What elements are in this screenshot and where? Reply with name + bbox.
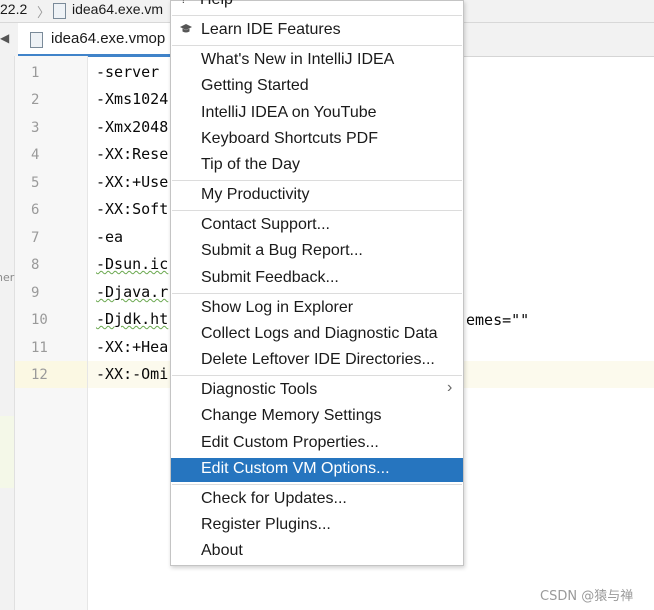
code-line-tail[interactable]: emes="" xyxy=(466,311,529,329)
menu-item-show-log[interactable]: Show Log in Explorer xyxy=(171,297,463,321)
menu-item-label: Getting Started xyxy=(201,77,309,94)
menu-item-label: Learn IDE Features xyxy=(201,21,341,38)
line-number: 9 xyxy=(31,285,40,301)
menu-item-label: Collect Logs and Diagnostic Data xyxy=(201,325,438,342)
line-number: 1 xyxy=(31,65,40,81)
line-number: 12 xyxy=(31,367,48,383)
line-number: 3 xyxy=(31,120,40,136)
code-line[interactable]: -ea xyxy=(96,228,123,246)
line-number: 11 xyxy=(31,340,48,356)
code-line[interactable]: -Xms1024 xyxy=(96,90,168,108)
menu-item-label: My Productivity xyxy=(201,186,310,203)
left-tool-strip: ner xyxy=(0,56,15,610)
menu-item-label: Edit Custom Properties... xyxy=(201,434,379,451)
menu-item-collect-logs[interactable]: Collect Logs and Diagnostic Data xyxy=(171,323,463,347)
menu-item-label: Register Plugins... xyxy=(201,516,331,533)
menu-item-my-productivity[interactable]: My Productivity xyxy=(171,184,463,208)
menu-item-edit-custom-properties[interactable]: Edit Custom Properties... xyxy=(171,432,463,456)
menu-item-label: Diagnostic Tools xyxy=(201,381,318,398)
file-icon xyxy=(30,32,43,48)
menu-item-contact-support[interactable]: Contact Support... xyxy=(171,214,463,238)
change-marker xyxy=(0,416,14,488)
tab-vmoptions[interactable]: idea64.exe.vmop xyxy=(18,23,188,57)
menu-item-tip-of-the-day[interactable]: Tip of the Day xyxy=(171,154,463,178)
menu-item-label: What's New in IntelliJ IDEA xyxy=(201,51,395,68)
menu-item-label: Keyboard Shortcuts PDF xyxy=(201,130,378,147)
menu-item-label: Delete Leftover IDE Directories... xyxy=(201,351,435,368)
line-number: 6 xyxy=(31,202,40,218)
menu-item-whats-new[interactable]: What's New in IntelliJ IDEA xyxy=(171,49,463,73)
menu-item-label: Tip of the Day xyxy=(201,156,301,173)
breadcrumb-file[interactable]: idea64.exe.vm xyxy=(72,1,163,17)
menu-item-label: Check for Updates... xyxy=(201,490,347,507)
watermark: CSDN @猿与禅 xyxy=(540,589,634,604)
submenu-arrow-icon: › xyxy=(447,379,453,396)
menu-item-label: Contact Support... xyxy=(201,216,330,233)
menu-item-label: Show Log in Explorer xyxy=(201,299,354,316)
menu-item-change-memory-settings[interactable]: Change Memory Settings xyxy=(171,405,463,429)
menu-item-delete-leftover-directories[interactable]: Delete Leftover IDE Directories... xyxy=(171,349,463,373)
menu-item-submit-feedback[interactable]: Submit Feedback... xyxy=(171,267,463,291)
menu-item-label: Change Memory Settings xyxy=(201,407,382,424)
line-number: 2 xyxy=(31,92,40,108)
breadcrumb-separator-icon: 〉 xyxy=(37,5,51,20)
code-line[interactable]: -Dsun.ic xyxy=(96,255,168,273)
menu-separator xyxy=(172,484,462,485)
tool-window-label[interactable]: ner xyxy=(0,271,14,284)
code-line[interactable]: -XX:Rese xyxy=(96,145,168,163)
code-line[interactable]: -XX:+Hea xyxy=(96,338,168,356)
code-line[interactable]: -XX:+Use xyxy=(96,173,168,191)
menu-item-register-plugins[interactable]: Register Plugins... xyxy=(171,514,463,538)
tab-scroll-arrow-icon[interactable]: ◀ xyxy=(0,31,9,45)
line-number: 10 xyxy=(31,312,48,328)
menu-separator xyxy=(172,210,462,211)
menu-item-check-for-updates[interactable]: Check for Updates... xyxy=(171,488,463,512)
menu-item-label: IntelliJ IDEA on YouTube xyxy=(201,104,377,121)
line-number: 5 xyxy=(31,175,40,191)
menu-item-label: About xyxy=(201,542,243,559)
menu-item-submit-bug-report[interactable]: Submit a Bug Report... xyxy=(171,240,463,264)
line-number: 4 xyxy=(31,147,40,163)
menu-item-keyboard-shortcuts-pdf[interactable]: Keyboard Shortcuts PDF xyxy=(171,128,463,152)
menu-item-label: Submit a Bug Report... xyxy=(201,242,363,259)
menu-separator xyxy=(172,45,462,46)
menu-item-edit-custom-vm-options[interactable]: Edit Custom VM Options... xyxy=(171,458,463,482)
menu-separator xyxy=(172,293,462,294)
code-line[interactable]: -Djdk.ht xyxy=(96,310,168,328)
code-line[interactable]: -Xmx2048 xyxy=(96,118,168,136)
menu-separator xyxy=(172,15,462,16)
menu-item-label: Edit Custom VM Options... xyxy=(201,460,390,477)
help-icon: ? xyxy=(180,0,187,6)
menu-item-youtube[interactable]: IntelliJ IDEA on YouTube xyxy=(171,102,463,126)
menu-item-learn-ide-features[interactable]: Learn IDE Features xyxy=(171,19,463,43)
menu-item-help[interactable]: Help ? xyxy=(171,0,463,13)
code-line[interactable]: -XX:-Omi xyxy=(96,365,168,383)
menu-item-diagnostic-tools[interactable]: Diagnostic Tools › xyxy=(171,379,463,403)
breadcrumb-version[interactable]: 22.2 xyxy=(0,1,27,17)
line-number: 8 xyxy=(31,257,40,273)
code-line[interactable]: -Djava.r xyxy=(96,283,168,301)
tab-label: idea64.exe.vmop xyxy=(51,30,166,47)
code-line[interactable]: -server xyxy=(96,63,159,81)
menu-item-label: Help xyxy=(200,0,233,9)
line-number: 7 xyxy=(31,230,40,246)
menu-item-label: Submit Feedback... xyxy=(201,269,339,286)
graduation-cap-icon xyxy=(180,24,192,33)
menu-separator xyxy=(172,180,462,181)
menu-separator xyxy=(172,375,462,376)
line-number-gutter: 1 2 3 4 5 6 7 8 9 10 11 12 xyxy=(15,56,88,610)
menu-item-about[interactable]: About xyxy=(171,540,463,564)
code-line[interactable]: -XX:Soft xyxy=(96,200,168,218)
help-menu: Help ? Learn IDE Features What's New in … xyxy=(170,0,464,566)
file-icon xyxy=(53,3,66,19)
menu-item-getting-started[interactable]: Getting Started xyxy=(171,75,463,99)
